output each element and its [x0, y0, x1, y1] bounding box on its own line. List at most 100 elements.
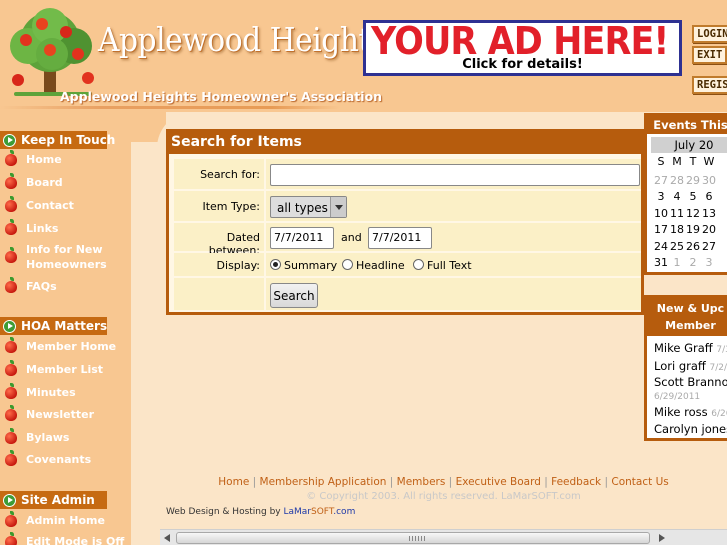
sidebar-item-label: Admin Home — [26, 514, 105, 527]
calendar-day[interactable]: 17 — [653, 223, 669, 236]
calendar-day[interactable]: 1 — [669, 256, 685, 269]
calendar-day[interactable]: 12 — [685, 207, 701, 220]
calendar-day[interactable]: 25 — [669, 240, 685, 253]
calendar-month[interactable]: July 20 — [651, 137, 727, 153]
scrollbar-thumb[interactable] — [176, 532, 650, 544]
site-title[interactable]: Applewood Heights — [98, 20, 385, 59]
footer-link-membership-application[interactable]: Membership Application — [260, 476, 387, 488]
apple-bullet-icon — [5, 405, 17, 421]
sidebar-section-keep-in-touch: Keep In Touch — [0, 131, 115, 149]
sidebar-section-hoa-matters: HOA Matters — [0, 317, 107, 335]
calendar-weekday: T — [689, 155, 697, 168]
copyright-text: © Copyright 2003. All rights reserved. L… — [306, 491, 581, 502]
apple-bullet-icon — [5, 337, 17, 353]
member-item[interactable]: Scott Brannon — [654, 375, 727, 389]
member-item[interactable]: Lori graff 7/2/20 — [654, 359, 727, 373]
radio-checked-icon — [270, 259, 281, 270]
item-type-select[interactable]: all types — [270, 196, 347, 218]
chevron-down-icon — [330, 197, 346, 217]
calendar-day[interactable]: 26 — [685, 240, 701, 253]
exit-button[interactable]: EXIT — [692, 46, 727, 64]
display-fulltext-radio[interactable]: Full Text — [413, 259, 472, 272]
site-header: Applewood Heights Applewood Heights Home… — [0, 0, 727, 112]
item-type-row: Item Type: all types — [174, 191, 641, 223]
sidebar-item-covenants[interactable]: Covenants — [5, 450, 129, 467]
calendar-day[interactable]: 13 — [701, 207, 717, 220]
calendar-day[interactable]: 24 — [653, 240, 669, 253]
footer-link-contact-us[interactable]: Contact Us — [611, 476, 668, 488]
apple-bullet-icon — [5, 150, 17, 166]
calendar-day[interactable]: 6 — [701, 190, 717, 203]
sidebar-item-edit-mode[interactable]: Edit Mode is Off — [5, 532, 129, 545]
search-button[interactable]: Search — [270, 283, 318, 308]
sidebar-item-admin-home[interactable]: Admin Home — [5, 511, 129, 528]
sidebar-item-contact[interactable]: Contact — [5, 196, 129, 213]
apple-bullet-icon — [5, 428, 17, 444]
site-tagline: Applewood Heights Homeowner's Associatio… — [60, 89, 383, 104]
member-item[interactable]: Carolyn jones — [654, 422, 727, 436]
arrow-right-icon — [3, 320, 16, 333]
sidebar-item-links[interactable]: Links — [5, 219, 129, 236]
sidebar-item-label: Info for New Homeowners — [26, 243, 107, 271]
search-input[interactable] — [270, 164, 640, 186]
display-headline-radio[interactable]: Headline — [342, 259, 405, 272]
radio-label: Summary — [284, 259, 338, 272]
sidebar-item-label: Board — [26, 176, 63, 189]
calendar-day[interactable]: 5 — [685, 190, 701, 203]
footer-link-members[interactable]: Members — [397, 476, 446, 488]
calendar-day[interactable]: 31 — [653, 256, 669, 269]
apple-bullet-icon — [5, 219, 17, 235]
calendar-day[interactable]: 29 — [685, 174, 701, 187]
footer-link-home[interactable]: Home — [218, 476, 249, 488]
register-button[interactable]: REGISTER — [692, 76, 727, 94]
apple-bullet-icon — [5, 277, 17, 293]
member-date: 6/29/2011 — [654, 392, 701, 402]
calendar-day[interactable]: 19 — [685, 223, 701, 236]
apple-tree-logo[interactable] — [4, 6, 100, 102]
calendar-day[interactable]: 10 — [653, 207, 669, 220]
sidebar-item-board[interactable]: Board — [5, 173, 129, 190]
sidebar-item-minutes[interactable]: Minutes — [5, 383, 129, 400]
arrow-right-icon — [3, 134, 16, 147]
sidebar-item-label: FAQs — [26, 280, 57, 293]
horizontal-scrollbar[interactable] — [160, 529, 727, 545]
calendar-day[interactable]: 11 — [669, 207, 685, 220]
sidebar-item-member-home[interactable]: Member Home — [5, 337, 129, 354]
dated-between-row: Dated between: 7/7/2011 and 7/7/2011 — [174, 223, 641, 257]
member-item[interactable]: Mike ross 6/26 — [654, 405, 727, 419]
sidebar-item-home[interactable]: Home — [5, 150, 129, 167]
calendar-weekday: M — [672, 155, 682, 168]
radio-unchecked-icon — [342, 259, 353, 270]
display-summary-radio[interactable]: Summary — [270, 259, 337, 272]
calendar-day[interactable]: 20 — [701, 223, 717, 236]
date-from-input[interactable]: 7/7/2011 — [270, 227, 334, 249]
sidebar-item-newsletter[interactable]: Newsletter — [5, 405, 129, 422]
sidebar-item-member-list[interactable]: Member List — [5, 360, 129, 377]
member-item[interactable]: Mike Graff 7/3 — [654, 341, 727, 355]
sidebar-item-label: Member Home — [26, 340, 117, 353]
calendar-day[interactable]: 28 — [669, 174, 685, 187]
calendar-day[interactable]: 30 — [701, 174, 717, 187]
lamarsoft-link[interactable]: LaMarSOFT.com — [283, 507, 355, 517]
members-title-line1: New & Upc — [656, 302, 725, 315]
calendar-day[interactable]: 18 — [669, 223, 685, 236]
scroll-left-icon[interactable] — [161, 531, 175, 545]
footer-link-feedback[interactable]: Feedback — [551, 476, 601, 488]
date-to-input[interactable]: 7/7/2011 — [368, 227, 432, 249]
calendar-day[interactable]: 3 — [701, 256, 717, 269]
calendar-day[interactable]: 2 — [685, 256, 701, 269]
calendar-day[interactable]: 27 — [701, 240, 717, 253]
sidebar-item-label: Minutes — [26, 386, 76, 399]
ad-banner[interactable]: YOUR AD HERE! Click for details! — [363, 19, 682, 76]
scroll-right-icon[interactable] — [654, 531, 668, 545]
calendar-day[interactable]: 4 — [669, 190, 685, 203]
sidebar-item-new-homeowners[interactable]: Info for New Homeowners — [5, 242, 115, 272]
apple-bullet-icon — [5, 360, 17, 376]
member-name: Lori graff — [654, 359, 706, 373]
sidebar-item-bylaws[interactable]: Bylaws — [5, 428, 129, 445]
sidebar-item-faqs[interactable]: FAQs — [5, 277, 129, 294]
footer-link-executive-board[interactable]: Executive Board — [456, 476, 541, 488]
login-button[interactable]: LOGIN — [692, 25, 727, 43]
calendar-day[interactable]: 3 — [653, 190, 669, 203]
calendar-day[interactable]: 27 — [653, 174, 669, 187]
